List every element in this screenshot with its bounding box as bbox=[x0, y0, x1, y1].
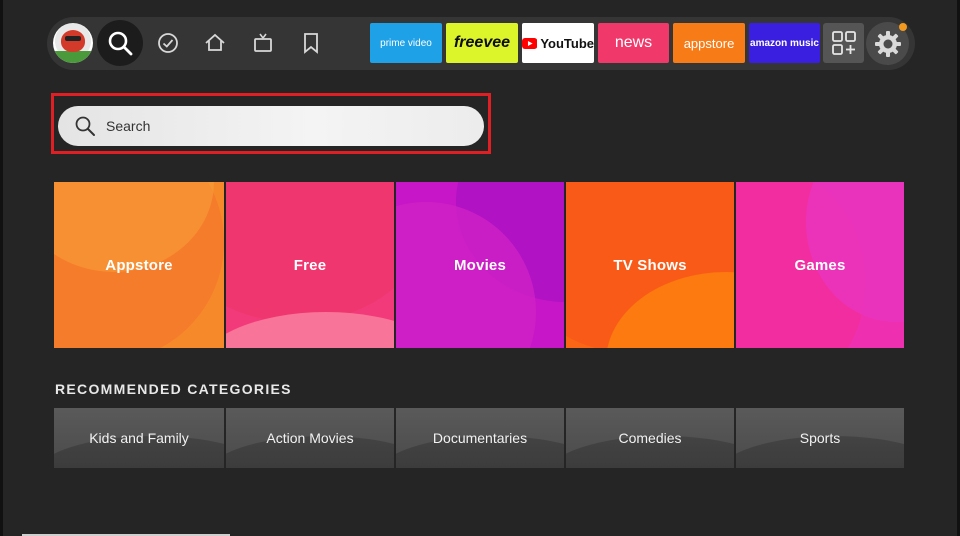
nav-live-tv-button[interactable] bbox=[250, 30, 276, 56]
amazon-music-logo-text: amazon music bbox=[750, 37, 819, 49]
youtube-play-icon bbox=[522, 37, 538, 49]
home-icon bbox=[205, 33, 225, 51]
gear-icon bbox=[874, 30, 901, 57]
recommended-tile-comedies[interactable]: Comedies bbox=[566, 408, 734, 468]
bookmark-icon bbox=[304, 33, 318, 54]
freevee-tile[interactable]: freevee bbox=[446, 23, 518, 63]
prime-video-logo-text: prime video bbox=[380, 37, 432, 49]
appstore-tile[interactable]: appstore bbox=[673, 23, 745, 63]
nav-home-button[interactable] bbox=[202, 30, 228, 56]
prime-video-tile[interactable]: prime video bbox=[370, 23, 442, 63]
category-label: Games bbox=[794, 256, 846, 274]
recommended-label: Sports bbox=[799, 430, 841, 446]
recommended-label: Kids and Family bbox=[89, 430, 189, 446]
youtube-tile[interactable]: YouTube bbox=[522, 23, 594, 63]
category-tile-games[interactable]: Games bbox=[736, 182, 904, 348]
category-tile-movies[interactable]: Movies bbox=[396, 182, 564, 348]
profile-avatar[interactable] bbox=[53, 23, 93, 63]
news-tile[interactable]: news bbox=[598, 23, 669, 63]
category-tile-appstore[interactable]: Appstore bbox=[54, 182, 224, 348]
search-input[interactable] bbox=[104, 117, 448, 135]
settings-notification-dot bbox=[899, 23, 907, 31]
tv-icon bbox=[254, 33, 272, 52]
category-label: Appstore bbox=[105, 256, 173, 274]
recommended-label: Comedies bbox=[618, 430, 682, 446]
recommended-label: Action Movies bbox=[266, 430, 354, 446]
nav-search-button[interactable] bbox=[97, 20, 143, 66]
recommended-tile-action-movies[interactable]: Action Movies bbox=[226, 408, 394, 468]
all-apps-button[interactable] bbox=[823, 23, 864, 63]
nav-library-button[interactable] bbox=[298, 30, 324, 56]
appstore-logo-text: appstore bbox=[683, 35, 735, 51]
nav-watchlist-check-button[interactable] bbox=[155, 30, 181, 56]
recommended-categories-heading: RECOMMENDED CATEGORIES bbox=[55, 381, 292, 397]
category-tile-tv-shows[interactable]: TV Shows bbox=[566, 182, 734, 348]
category-label: Free bbox=[293, 256, 327, 274]
recommended-tile-sports[interactable]: Sports bbox=[736, 408, 904, 468]
search-field[interactable] bbox=[58, 106, 484, 146]
apps-grid-icon bbox=[831, 31, 856, 55]
freevee-logo-text: freevee bbox=[453, 34, 511, 51]
search-icon bbox=[108, 31, 133, 56]
news-logo-text: news bbox=[614, 34, 653, 51]
recommended-tile-documentaries[interactable]: Documentaries bbox=[396, 408, 564, 468]
category-tile-free[interactable]: Free bbox=[226, 182, 394, 348]
search-icon bbox=[75, 116, 95, 136]
check-circle-icon bbox=[158, 33, 178, 53]
youtube-logo-text: YouTube bbox=[540, 35, 594, 51]
recommended-tile-kids-and-family[interactable]: Kids and Family bbox=[54, 408, 224, 468]
category-label: Movies bbox=[453, 256, 507, 274]
amazon-music-tile[interactable]: amazon music bbox=[749, 23, 820, 63]
recommended-label: Documentaries bbox=[432, 430, 528, 446]
screen-edge-left bbox=[0, 0, 3, 536]
category-label: TV Shows bbox=[613, 256, 687, 274]
